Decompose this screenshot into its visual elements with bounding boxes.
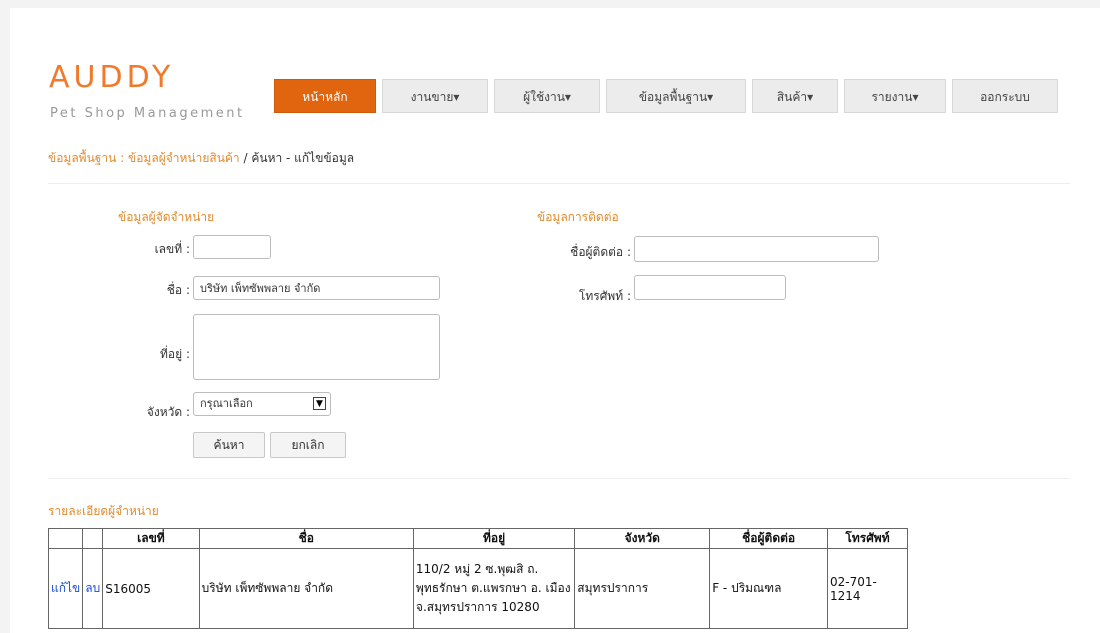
col-header-name: ชื่อ bbox=[198, 528, 414, 549]
col-header-province: จังหวัด bbox=[574, 528, 711, 549]
supplier-name-input[interactable] bbox=[193, 276, 440, 300]
cell-contact: F - ปริมณฑล bbox=[709, 548, 829, 629]
results-table: เลขที่ ชื่อ ที่อยู่ จังหวัด ชื่อผู้ติดต่… bbox=[47, 528, 908, 629]
edit-link[interactable]: แก้ไข bbox=[47, 548, 84, 629]
nav-users[interactable]: ผู้ใช้งาน▾ bbox=[494, 79, 600, 113]
divider bbox=[48, 478, 1070, 479]
brand-logo-title: AUDDY bbox=[49, 60, 175, 95]
cell-id: S16005 bbox=[102, 548, 200, 629]
col-header-address: ที่อยู่ bbox=[412, 528, 576, 549]
contact-name-input[interactable] bbox=[634, 236, 879, 262]
province-select[interactable]: กรุณาเลือก ▼ bbox=[193, 392, 331, 416]
supplier-address-label: ที่อยู่ : bbox=[159, 347, 190, 361]
province-label: จังหวัด : bbox=[146, 405, 190, 419]
cell-name: บริษัท เพ็ทซัพพลาย จำกัด bbox=[198, 548, 414, 629]
nav-home[interactable]: หน้าหลัก bbox=[274, 79, 376, 113]
nav-logout[interactable]: ออกระบบ bbox=[952, 79, 1058, 113]
col-header-delete bbox=[82, 528, 104, 549]
nav-sales[interactable]: งานขาย▾ bbox=[382, 79, 488, 113]
nav-master-data[interactable]: ข้อมูลพื้นฐาน▾ bbox=[606, 79, 746, 113]
breadcrumb-separator: / bbox=[239, 151, 252, 165]
chevron-down-icon[interactable]: ▼ bbox=[313, 397, 326, 410]
cancel-button[interactable]: ยกเลิก bbox=[270, 432, 346, 458]
contact-section-title: ข้อมูลการติดต่อ bbox=[537, 210, 619, 224]
contact-name-label: ชื่อผู้ติดต่อ : bbox=[570, 245, 631, 259]
province-selected-value: กรุณาเลือก bbox=[200, 397, 253, 410]
breadcrumb-current: ค้นหา - แก้ไขข้อมูล bbox=[251, 151, 355, 165]
cell-address: 110/2 หมู่ 2 ซ.พุฒสิ ถ. พุทธรักษา ต.แพรก… bbox=[412, 548, 576, 629]
results-title: รายละเอียดผู้จำหน่าย bbox=[48, 504, 159, 518]
breadcrumb-parent-link[interactable]: ข้อมูลพื้นฐาน : ข้อมูลผู้จำหน่ายสินค้า bbox=[48, 151, 240, 165]
divider bbox=[48, 183, 1070, 184]
brand-subtitle: Pet Shop Management bbox=[50, 106, 245, 121]
col-header-edit bbox=[47, 528, 84, 549]
supplier-name-label: ชื่อ : bbox=[166, 283, 190, 297]
supplier-section-title: ข้อมูลผู้จัดจำหน่าย bbox=[118, 210, 215, 224]
supplier-id-label: เลขที่ : bbox=[154, 242, 190, 256]
col-header-contact: ชื่อผู้ติดต่อ bbox=[709, 528, 829, 549]
search-button[interactable]: ค้นหา bbox=[193, 432, 265, 458]
left-band bbox=[0, 0, 10, 633]
top-band bbox=[0, 0, 1100, 8]
nav-products[interactable]: สินค้า▾ bbox=[752, 79, 838, 113]
col-header-phone: โทรศัพท์ bbox=[827, 528, 908, 549]
cell-phone: 02-701-1214 bbox=[827, 548, 908, 629]
phone-input[interactable] bbox=[634, 275, 786, 300]
supplier-address-input[interactable] bbox=[193, 314, 440, 380]
supplier-id-input[interactable] bbox=[193, 235, 271, 259]
table-header-row: เลขที่ ชื่อ ที่อยู่ จังหวัด ชื่อผู้ติดต่… bbox=[47, 528, 908, 549]
breadcrumb: ข้อมูลพื้นฐาน : ข้อมูลผู้จำหน่ายสินค้า /… bbox=[48, 149, 354, 168]
delete-link[interactable]: ลบ bbox=[82, 548, 104, 629]
nav-reports[interactable]: รายงาน▾ bbox=[844, 79, 946, 113]
table-row: แก้ไข ลบ S16005 บริษัท เพ็ทซัพพลาย จำกัด… bbox=[47, 548, 908, 629]
col-header-id: เลขที่ bbox=[102, 528, 200, 549]
phone-label: โทรศัพท์ : bbox=[578, 289, 631, 303]
cell-province: สมุทรปราการ bbox=[574, 548, 711, 629]
